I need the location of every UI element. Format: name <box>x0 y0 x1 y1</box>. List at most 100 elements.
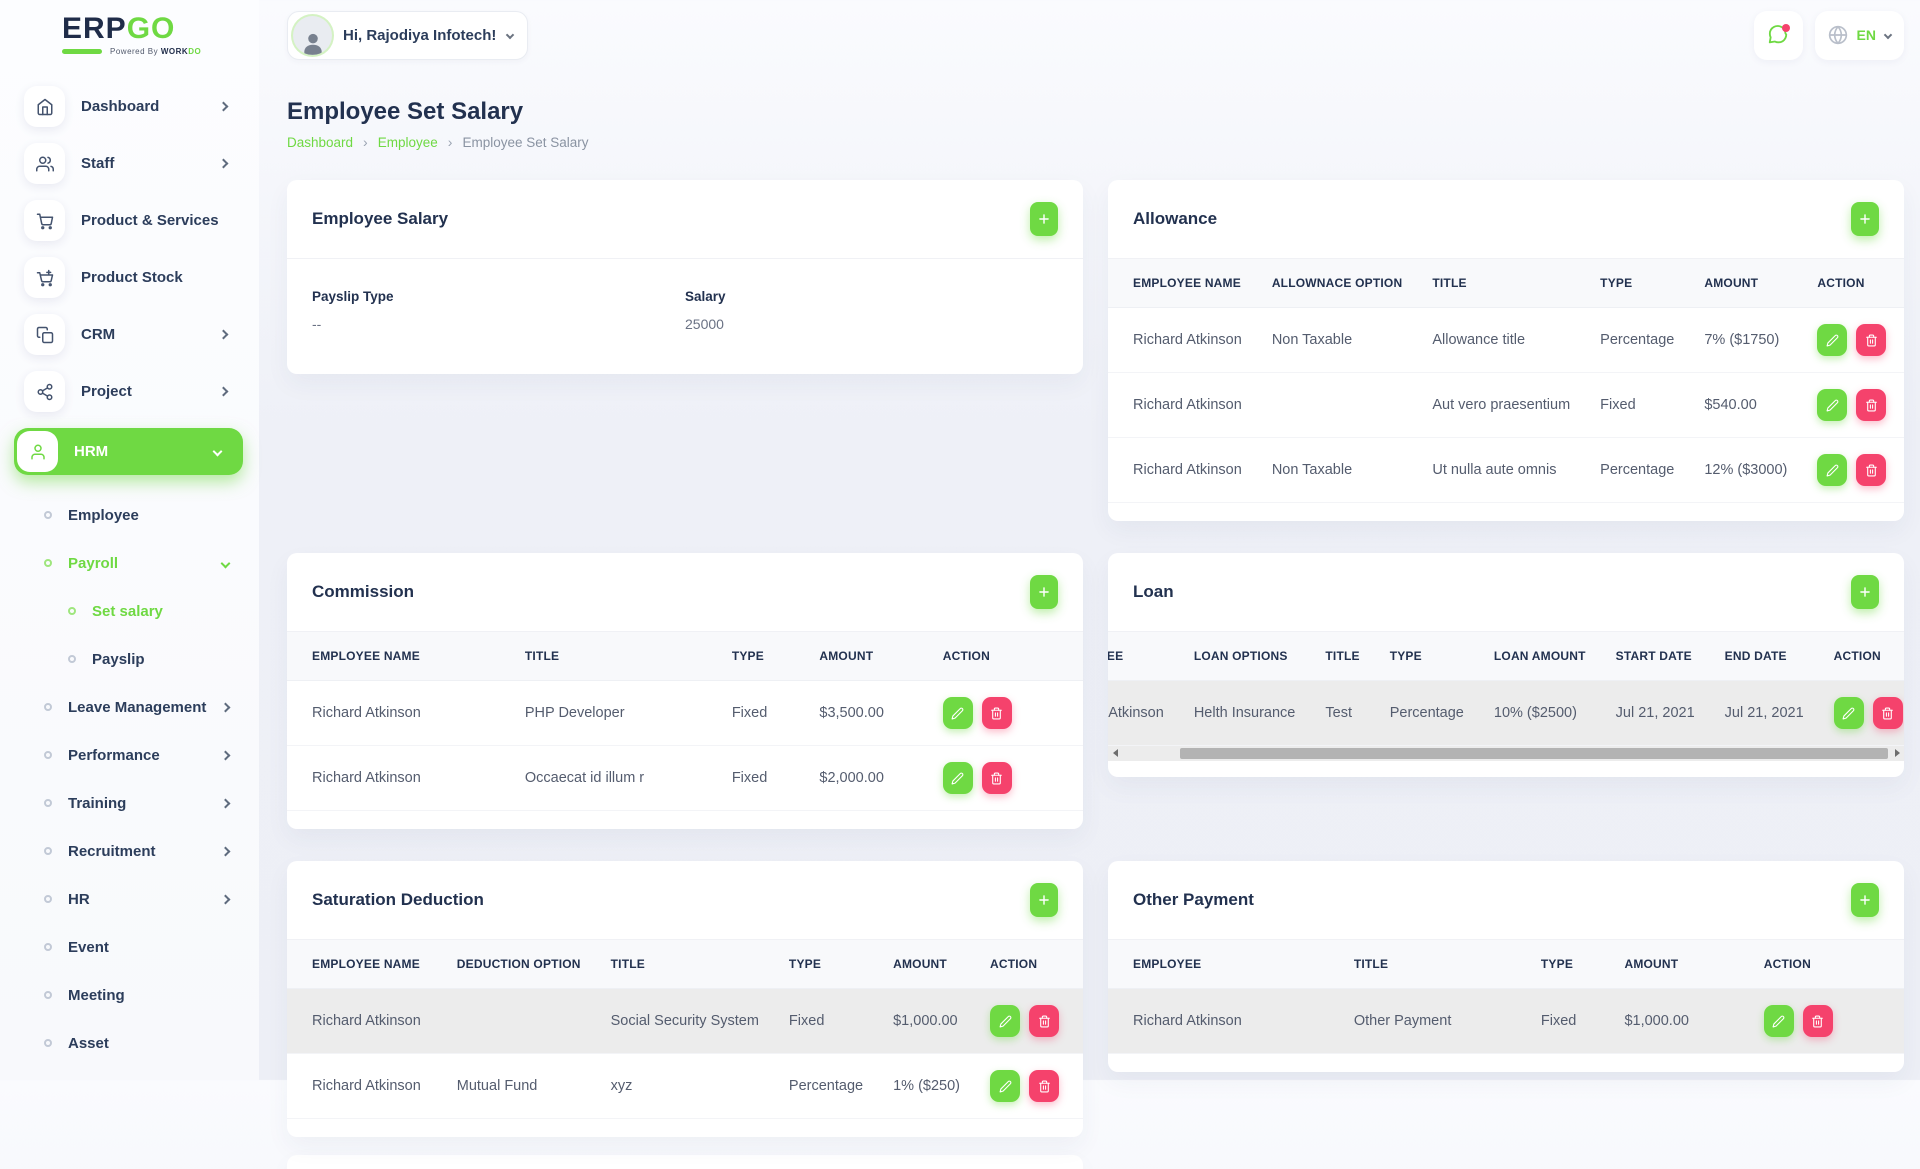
sidebar-item-hr[interactable]: HR <box>0 875 259 923</box>
sidebar-item-product-services[interactable]: Product & Services <box>14 200 243 241</box>
user-greeting: Hi, Rajodiya Infotech! <box>343 27 496 44</box>
bullet-icon <box>44 991 52 999</box>
topbar-actions: EN <box>1754 11 1904 60</box>
messenger-button[interactable] <box>1754 11 1803 60</box>
user-menu[interactable]: Hi, Rajodiya Infotech! <box>287 11 528 60</box>
sidebar-item-asset[interactable]: Asset <box>0 1019 259 1067</box>
loan-table-viewport: EMPLOYEE LOAN OPTIONS TITLE TYPE LOAN AM… <box>1108 632 1904 746</box>
delete-button[interactable] <box>1856 454 1886 486</box>
card-title: Employee Salary <box>312 209 448 229</box>
chevron-down-icon <box>506 31 514 39</box>
sidebar-item-employee[interactable]: Employee <box>0 491 259 539</box>
delete-button[interactable] <box>982 697 1012 729</box>
edit-button[interactable] <box>1817 454 1847 486</box>
edit-button[interactable] <box>990 1005 1020 1037</box>
bullet-icon <box>44 847 52 855</box>
sidebar-item-leave-management[interactable]: Leave Management <box>0 683 259 731</box>
commission-table: EMPLOYEE NAME TITLE TYPE AMOUNT ACTION R… <box>287 632 1083 811</box>
chevron-right-icon <box>219 330 229 340</box>
sidebar-item-training[interactable]: Training <box>0 779 259 827</box>
plus-icon <box>1037 585 1051 599</box>
language-selector[interactable]: EN <box>1815 11 1904 60</box>
edit-button[interactable] <box>943 697 973 729</box>
add-salary-button[interactable] <box>1030 202 1058 236</box>
sidebar-item-payslip[interactable]: Payslip <box>0 635 259 683</box>
delete-button[interactable] <box>1856 389 1886 421</box>
sidebar-item-hrm[interactable]: HRM <box>14 428 243 475</box>
sidebar-item-performance[interactable]: Performance <box>0 731 259 779</box>
sidebar-item-set-salary[interactable]: Set salary <box>0 587 259 635</box>
sidebar-item-crm[interactable]: CRM <box>14 314 243 355</box>
trash-icon <box>1865 464 1878 477</box>
trash-icon <box>1038 1015 1051 1028</box>
trash-icon <box>1881 707 1894 720</box>
edit-button[interactable] <box>990 1070 1020 1102</box>
table-row: Richard Atkinson Mutual Fund xyz Percent… <box>287 1054 1083 1119</box>
erpgo-logo[interactable]: ERPGO Powered By WORKDO <box>0 0 259 56</box>
add-deduction-button[interactable] <box>1030 883 1058 917</box>
pencil-icon <box>1826 334 1839 347</box>
saturation-deduction-table: EMPLOYEE NAME DEDUCTION OPTION TITLE TYP… <box>287 940 1083 1119</box>
loan-table: EMPLOYEE LOAN OPTIONS TITLE TYPE LOAN AM… <box>1108 632 1904 746</box>
logo-bar <box>62 49 102 54</box>
bullet-icon <box>44 943 52 951</box>
salary-summary: Payslip Type -- Salary 25000 <box>287 259 1083 374</box>
trash-icon <box>1865 399 1878 412</box>
chevron-down-icon <box>221 558 231 568</box>
sidebar-item-event[interactable]: Event <box>0 923 259 971</box>
add-loan-button[interactable] <box>1851 575 1879 609</box>
cart-plus-icon <box>24 257 65 298</box>
sidebar-item-payroll[interactable]: Payroll <box>0 539 259 587</box>
chevron-right-icon <box>219 159 229 169</box>
plus-icon <box>1037 212 1051 226</box>
delete-button[interactable] <box>1803 1005 1833 1037</box>
sidebar-item-meeting[interactable]: Meeting <box>0 971 259 1019</box>
scrollbar-thumb[interactable] <box>1180 748 1888 759</box>
sidebar-item-recruitment[interactable]: Recruitment <box>0 827 259 875</box>
bullet-icon <box>44 559 52 567</box>
add-other-payment-button[interactable] <box>1851 883 1879 917</box>
scroll-left-arrow[interactable] <box>1113 749 1118 757</box>
sidebar-item-dashboard[interactable]: Dashboard <box>14 86 243 127</box>
add-commission-button[interactable] <box>1030 575 1058 609</box>
chevron-right-icon <box>221 846 231 856</box>
cart-icon <box>24 200 65 241</box>
hrm-submenu: Employee Payroll Set salary Payslip Leav… <box>0 491 259 1067</box>
pencil-icon <box>1826 464 1839 477</box>
edit-button[interactable] <box>1817 324 1847 356</box>
edit-button[interactable] <box>1764 1005 1794 1037</box>
bullet-icon <box>68 655 76 663</box>
breadcrumb-separator <box>448 134 453 150</box>
card-title: Commission <box>312 582 414 602</box>
delete-button[interactable] <box>1873 697 1903 729</box>
sidebar-item-staff[interactable]: Staff <box>14 143 243 184</box>
commission-card: Commission EMPLOYEE NAME TITLE TYPE AMOU… <box>287 553 1083 829</box>
saturation-deduction-card: Saturation Deduction EMPLOYEE NAME DEDUC… <box>287 861 1083 1137</box>
notification-badge <box>1782 24 1790 32</box>
chevron-right-icon <box>221 702 231 712</box>
delete-button[interactable] <box>982 762 1012 794</box>
sidebar-item-project[interactable]: Project <box>14 371 243 412</box>
breadcrumb-current: Employee Set Salary <box>462 135 588 150</box>
add-allowance-button[interactable] <box>1851 202 1879 236</box>
trash-icon <box>1811 1015 1824 1028</box>
pencil-icon <box>951 707 964 720</box>
edit-button[interactable] <box>1817 389 1847 421</box>
scroll-right-arrow[interactable] <box>1895 749 1900 757</box>
sidebar-item-product-stock[interactable]: Product Stock <box>14 257 243 298</box>
edit-button[interactable] <box>943 762 973 794</box>
breadcrumb-employee[interactable]: Employee <box>378 135 438 150</box>
breadcrumb-dashboard[interactable]: Dashboard <box>287 135 353 150</box>
other-payment-card: Other Payment EMPLOYEE TITLE TYPE AMOUNT… <box>1108 861 1904 1072</box>
card-title: Saturation Deduction <box>312 890 484 910</box>
next-card-partial <box>287 1155 1083 1169</box>
delete-button[interactable] <box>1856 324 1886 356</box>
delete-button[interactable] <box>1029 1005 1059 1037</box>
delete-button[interactable] <box>1029 1070 1059 1102</box>
chevron-right-icon <box>219 387 229 397</box>
chevron-right-icon <box>221 750 231 760</box>
table-row: Richard Atkinson Aut vero praesentium Fi… <box>1108 373 1904 438</box>
pencil-icon <box>1772 1015 1785 1028</box>
horizontal-scrollbar[interactable] <box>1108 746 1904 761</box>
edit-button[interactable] <box>1834 697 1864 729</box>
